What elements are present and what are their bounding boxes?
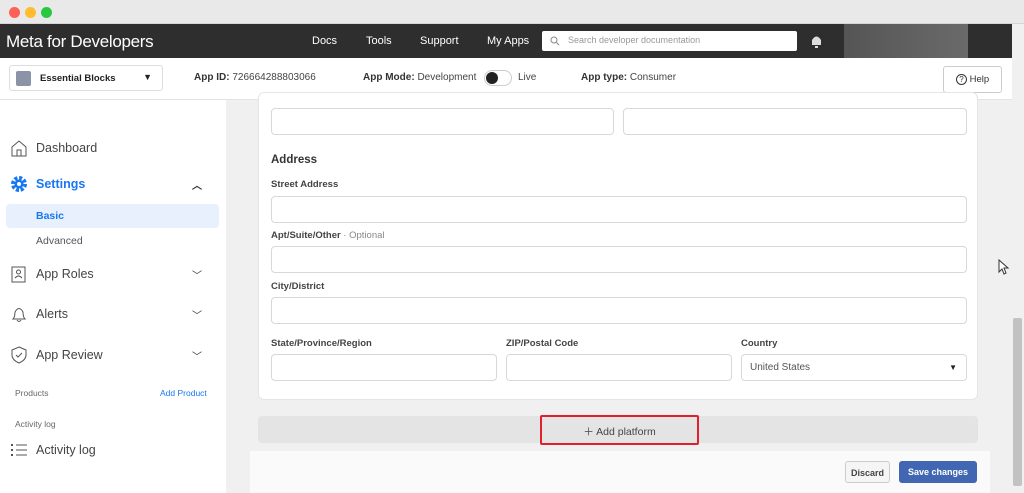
app-selector[interactable]: Essential Blocks ▼ (9, 65, 163, 91)
sidebar-item-settings[interactable]: Settings ︿ (10, 172, 210, 196)
app-name: Essential Blocks (40, 73, 116, 84)
sidebar-item-activity-log[interactable]: Activity log (10, 438, 210, 462)
app-mode-toggle[interactable] (484, 70, 512, 86)
maximize-window-button[interactable] (41, 7, 52, 18)
products-section-label: Products (15, 388, 49, 398)
street-label: Street Address (271, 179, 339, 190)
nav-my-apps[interactable]: My Apps (487, 35, 529, 47)
chevron-down-icon: ﹀ (192, 351, 202, 363)
sidebar-item-dashboard[interactable]: Dashboard (10, 136, 210, 160)
address-card: Address Street Address Apt/Suite/Other ·… (258, 92, 978, 400)
home-icon (11, 140, 27, 157)
app-icon (16, 71, 31, 86)
state-input[interactable] (271, 354, 497, 381)
sidebar-label: App Roles (36, 267, 94, 281)
address-heading: Address (271, 154, 318, 166)
chevron-up-icon: ︿ (192, 180, 202, 192)
country-label: Country (741, 338, 778, 349)
search-placeholder: Search developer documentation (568, 35, 701, 45)
help-label: Help (969, 74, 990, 85)
sidebar-item-basic[interactable]: Basic (6, 204, 219, 228)
sidebar-item-app-review[interactable]: App Review ﹀ (10, 343, 210, 367)
caret-down-icon: ▼ (949, 363, 957, 372)
sidebar-item-alerts[interactable]: Alerts ﹀ (10, 302, 210, 326)
footer-bar: Discard Save changes (250, 451, 990, 493)
top-nav: Meta for Developers Docs Tools Support M… (0, 24, 1012, 58)
bell-icon (11, 308, 27, 322)
chevron-down-icon: ﹀ (192, 310, 202, 322)
apt-input[interactable] (271, 246, 967, 273)
city-input[interactable] (271, 297, 967, 324)
mouse-cursor-icon (998, 259, 1010, 275)
nav-docs[interactable]: Docs (312, 35, 337, 47)
sidebar-label: App Review (36, 348, 103, 362)
user-badge-icon (11, 266, 26, 283)
add-platform-label: Add platform (596, 426, 656, 438)
help-icon: ? (956, 74, 967, 85)
mode-development: Development (417, 72, 477, 83)
sidebar-item-app-roles[interactable]: App Roles ﹀ (10, 262, 210, 286)
app-mode-label: App Mode: (363, 72, 415, 83)
sidebar-label: Settings (36, 177, 86, 191)
app-id-label: App ID: (194, 72, 230, 83)
zip-label: ZIP/Postal Code (506, 338, 579, 349)
sidebar-label: Dashboard (36, 141, 98, 155)
nav-support[interactable]: Support (420, 35, 459, 47)
text-input[interactable] (271, 108, 614, 135)
chevron-down-icon: ﹀ (192, 270, 202, 282)
sidebar-label: Alerts (36, 307, 68, 321)
scrollbar-thumb[interactable] (1013, 318, 1022, 486)
activity-section-label: Activity log (15, 419, 56, 429)
sidebar-label: Activity log (36, 443, 96, 457)
country-select[interactable]: United States ▼ (741, 354, 967, 381)
plus-icon: ＋ (583, 426, 594, 438)
meta-logo[interactable]: Meta for Developers (6, 32, 154, 52)
app-id: 726664288803066 (232, 72, 316, 83)
list-icon (11, 444, 27, 456)
street-address-input[interactable] (271, 196, 967, 223)
state-label: State/Province/Region (271, 338, 372, 349)
optional-label: · Optional (340, 230, 385, 241)
nav-tools[interactable]: Tools (366, 35, 392, 47)
account-avatar[interactable] (844, 24, 968, 58)
apt-label: Apt/Suite/Other (271, 230, 341, 241)
help-button[interactable]: ? Help (943, 66, 1002, 93)
text-input[interactable] (623, 108, 967, 135)
search-input[interactable]: Search developer documentation (542, 31, 797, 51)
app-type-label: App type: (581, 72, 628, 83)
sidebar-label: Basic (36, 210, 65, 222)
app-type: Consumer (629, 72, 677, 83)
minimize-window-button[interactable] (25, 7, 36, 18)
city-label: City/District (271, 281, 325, 292)
sidebar: Dashboard Settings ︿ Basic Advanced App R… (0, 100, 226, 493)
add-platform-button[interactable]: ＋ Add platform (540, 415, 699, 445)
close-window-button[interactable] (9, 7, 20, 18)
sidebar-item-advanced[interactable]: Advanced (36, 235, 83, 247)
zip-input[interactable] (506, 354, 732, 381)
save-changes-button[interactable]: Save changes (899, 461, 977, 483)
shield-check-icon (11, 346, 27, 364)
add-product-link[interactable]: Add Product (160, 388, 207, 398)
caret-down-icon: ▼ (143, 72, 152, 82)
mode-live: Live (518, 72, 537, 83)
gear-icon (11, 176, 27, 192)
search-icon (550, 36, 560, 46)
notifications-bell-icon[interactable] (810, 34, 823, 48)
discard-button[interactable]: Discard (845, 461, 890, 483)
window-titlebar (0, 0, 1024, 24)
country-value: United States (750, 362, 811, 373)
